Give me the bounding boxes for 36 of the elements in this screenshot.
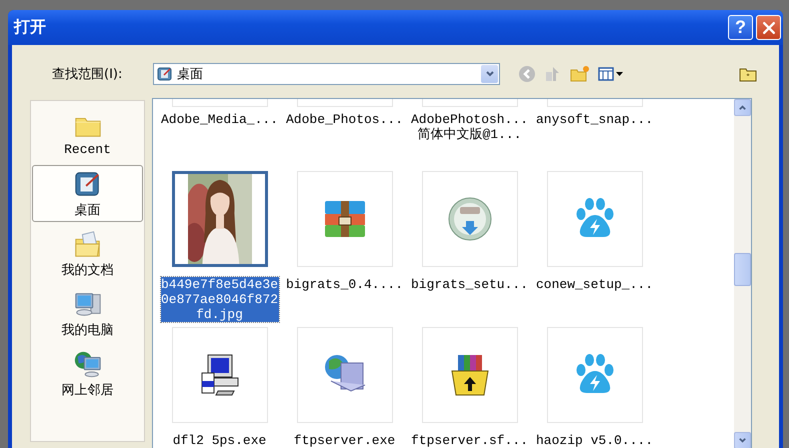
file-name[interactable]: anysoft_snap... — [536, 112, 654, 127]
file-name[interactable]: bigrats_0.4.... — [286, 277, 404, 292]
back-icon[interactable] — [518, 65, 536, 83]
scroll-up-icon[interactable] — [734, 99, 751, 116]
desktop-icon — [157, 66, 173, 82]
look-in-label: 查找范围(I): — [52, 66, 124, 83]
file-name[interactable]: ftpserver.exe — [294, 433, 396, 448]
views-menu-icon[interactable] — [598, 66, 624, 82]
file-thumbnail[interactable] — [172, 171, 268, 267]
file-name[interactable]: Adobe_Media_... — [160, 112, 278, 127]
scroll-down-icon[interactable] — [734, 432, 751, 448]
help-button[interactable]: ? — [728, 15, 753, 40]
close-icon — [760, 20, 776, 36]
window-title: 打开 — [14, 17, 46, 38]
vertical-scrollbar[interactable] — [734, 99, 751, 448]
places-item[interactable]: Recent — [32, 105, 143, 162]
file-name[interactable]: haozip v5.0.... — [536, 433, 654, 448]
close-button[interactable] — [756, 15, 781, 40]
file-name[interactable]: ftpserver.sf... — [410, 433, 528, 448]
scroll-thumb[interactable] — [734, 253, 751, 286]
file-name[interactable]: Adobe_Photos... — [286, 112, 404, 127]
file-name[interactable]: conew_setup_... — [536, 277, 654, 292]
file-name[interactable]: b449e7f8e5d4e3e0e877ae8046f872fd.jpg — [160, 277, 278, 322]
places-item[interactable]: 我的文档 — [32, 225, 143, 282]
file-name[interactable]: AdobePhotosh... 简体中文版@1... — [409, 112, 530, 142]
places-item[interactable]: 桌面 — [32, 165, 143, 222]
file-name[interactable]: dfl2 5ps.exe — [172, 433, 266, 448]
new-folder-icon[interactable] — [570, 65, 590, 83]
documents-folder-icon — [72, 228, 102, 258]
disc-icon — [446, 195, 494, 243]
folder-icon[interactable] — [739, 66, 757, 82]
places-item[interactable]: 网上邻居 — [32, 345, 143, 402]
up-folder-icon[interactable] — [544, 65, 562, 83]
file-name[interactable]: bigrats_setu... — [410, 277, 528, 292]
look-in-dropdown[interactable]: 桌面 — [153, 63, 500, 85]
places-item[interactable]: 我的电脑 — [32, 285, 143, 342]
